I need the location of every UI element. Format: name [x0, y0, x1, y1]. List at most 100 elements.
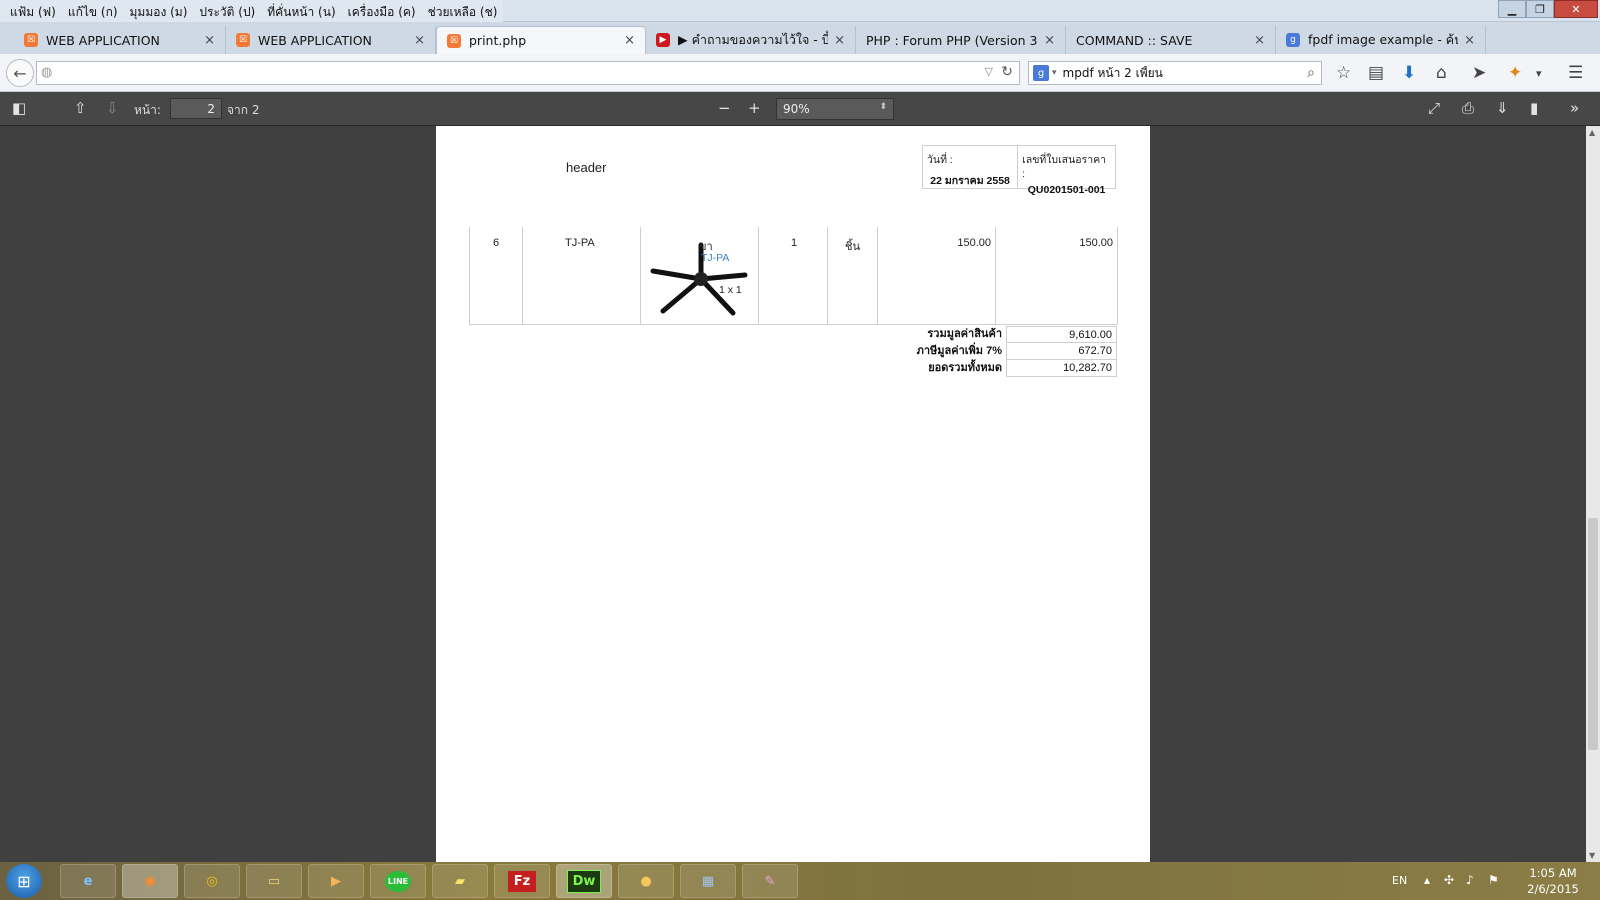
line-icon[interactable]: LINE	[370, 864, 426, 898]
vat-row: ภาษีมูลค่าเพิ่ม 7% 672.70	[856, 343, 1117, 360]
back-button[interactable]: ←	[6, 59, 34, 87]
tab-youtube[interactable]: ▶ ▶ คำถามของความไว้ใจ - บี้ ... ×	[646, 26, 856, 54]
tab-web-application-1[interactable]: ☒ WEB APPLICATION ×	[14, 26, 226, 54]
system-clock[interactable]: 1:05 AM 2/6/2015	[1518, 865, 1588, 897]
print-icon[interactable]: ⎙	[1462, 99, 1474, 117]
reading-list-icon[interactable]: ▤	[1368, 63, 1384, 83]
start-button[interactable]: ⊞	[6, 864, 42, 898]
close-tab-icon[interactable]: ×	[204, 33, 215, 48]
menu-history[interactable]: ประวัติ (ป)	[193, 0, 261, 22]
paw-app-icon[interactable]: ●	[618, 864, 674, 898]
send-icon[interactable]: ➤	[1472, 63, 1486, 83]
zoom-out-icon[interactable]: −	[718, 99, 731, 117]
xampp-icon: ☒	[236, 33, 250, 47]
menu-view[interactable]: มุมมอง (ม)	[124, 0, 194, 22]
zoom-in-icon[interactable]: +	[748, 99, 761, 117]
google-search-engine-icon[interactable]: g	[1033, 65, 1049, 81]
page-number-input[interactable]	[170, 98, 222, 119]
internet-explorer-icon[interactable]: e	[60, 864, 116, 898]
close-window-icon[interactable]: ✕	[1554, 0, 1598, 18]
chrome-icon[interactable]: ◎	[184, 864, 240, 898]
google-icon: g	[1286, 33, 1300, 47]
calculator-icon[interactable]: ▦	[680, 864, 736, 898]
bookmark-star-icon[interactable]: ☆	[1336, 63, 1351, 83]
reload-icon[interactable]: ↻	[1001, 64, 1013, 80]
previous-page-icon[interactable]: ⇧	[74, 99, 87, 117]
media-player-icon[interactable]: ▶	[308, 864, 364, 898]
window-controls: ▁ ❐ ✕	[1498, 0, 1598, 18]
sticky-notes-icon[interactable]: ▰	[432, 864, 488, 898]
pdf-viewer[interactable]: header วันที่ : 22 มกราคม 2558 เลขที่ใบเ…	[0, 126, 1600, 862]
sidebar-toggle-icon[interactable]: ◧	[12, 99, 26, 117]
dreamweaver-icon[interactable]: Dw	[556, 864, 612, 898]
bookmark-icon[interactable]: ▮	[1530, 99, 1538, 117]
scroll-down-icon[interactable]: ▼	[1589, 851, 1595, 860]
filezilla-icon[interactable]: Fz	[494, 864, 550, 898]
url-history-dropdown-icon[interactable]: ▽	[985, 65, 993, 78]
hamburger-menu-icon[interactable]: ☰	[1568, 63, 1583, 83]
zoom-select[interactable]: 90% ⬍	[776, 98, 894, 120]
menu-tools[interactable]: เครื่องมือ (ค)	[342, 0, 422, 22]
zoom-dropdown-icon: ⬍	[879, 102, 887, 112]
tab-title: WEB APPLICATION	[258, 32, 372, 48]
menu-bookmarks[interactable]: ที่คั่นหน้า (น)	[261, 0, 341, 22]
fullscreen-icon[interactable]: ⤢	[1428, 99, 1440, 117]
close-tab-icon[interactable]: ×	[834, 33, 845, 48]
search-input[interactable]	[1062, 66, 1308, 80]
site-identity-icon[interactable]: ◍	[41, 65, 52, 80]
line-label: LINE	[384, 870, 412, 892]
extension-icon[interactable]: ✦	[1508, 63, 1522, 83]
date-value: 22 มกราคม 2558	[930, 175, 1010, 187]
item-description-name: TJ-PA	[701, 252, 730, 264]
show-hidden-icons-icon[interactable]: ▴	[1424, 873, 1430, 887]
item-qty-cell: 1	[759, 227, 828, 325]
item-amount: 150.00	[1079, 237, 1113, 249]
item-no: 6	[493, 237, 500, 249]
restore-icon[interactable]: ❐	[1526, 0, 1554, 18]
close-tab-icon[interactable]: ×	[1464, 33, 1475, 48]
next-page-icon[interactable]: ⇩	[106, 99, 119, 117]
close-tab-icon[interactable]: ×	[1254, 33, 1265, 48]
search-engine-dropdown-icon[interactable]: ▾	[1052, 68, 1057, 78]
tools-menu-icon[interactable]: »	[1570, 99, 1579, 117]
action-center-icon[interactable]: ⚑	[1488, 873, 1499, 887]
tab-php-forum[interactable]: PHP : Forum PHP (Version 3.0,... ×	[856, 26, 1066, 54]
clock-date: 2/6/2015	[1527, 882, 1579, 896]
scrollbar-thumb[interactable]	[1588, 518, 1598, 750]
page-count: จาก 2	[227, 103, 260, 117]
url-bar[interactable]: ◍ ▽ ↻	[36, 61, 1020, 85]
file-explorer-icon[interactable]: ▭	[246, 864, 302, 898]
tab-fpdf-search[interactable]: g fpdf image example - ค้นห... ×	[1276, 26, 1486, 54]
volume-icon[interactable]: ♪	[1466, 873, 1474, 887]
vertical-scrollbar[interactable]: ▲ ▼	[1586, 126, 1600, 862]
quote-number-label: เลขที่ใบเสนอราคา :	[1022, 154, 1107, 180]
clock-time: 1:05 AM	[1529, 866, 1577, 880]
search-bar[interactable]: g ▾ ⌕	[1028, 61, 1322, 85]
language-indicator[interactable]: EN	[1392, 874, 1407, 887]
download-icon[interactable]: ⇓	[1496, 99, 1509, 117]
search-icon[interactable]: ⌕	[1307, 65, 1315, 81]
menu-file[interactable]: แฟ้ม (ฟ)	[4, 0, 62, 22]
tab-strip: ☒ WEB APPLICATION × ☒ WEB APPLICATION × …	[0, 22, 1600, 71]
close-tab-icon[interactable]: ×	[1044, 33, 1055, 48]
tab-print-php[interactable]: ☒ print.php ×	[436, 26, 646, 54]
grand-total-label: ยอดรวมทั้งหมด	[928, 362, 1002, 374]
downloads-icon[interactable]: ⬇	[1402, 63, 1416, 83]
close-tab-icon[interactable]: ×	[414, 33, 425, 48]
minimize-icon[interactable]: ▁	[1498, 0, 1526, 18]
network-tray-icon[interactable]: ✣	[1444, 873, 1454, 887]
home-icon[interactable]: ⌂	[1436, 63, 1447, 83]
tab-command-save[interactable]: COMMAND :: SAVE ×	[1066, 26, 1276, 54]
extension-dropdown-icon[interactable]: ▾	[1536, 67, 1542, 80]
scroll-up-icon[interactable]: ▲	[1589, 128, 1595, 137]
xampp-icon: ☒	[447, 33, 461, 48]
close-tab-icon[interactable]: ×	[624, 33, 635, 48]
paint-icon[interactable]: ✎	[742, 864, 798, 898]
vat-value: 672.70	[1006, 343, 1117, 360]
item-price: 150.00	[957, 237, 991, 249]
date-label: วันที่ :	[927, 154, 953, 166]
firefox-icon[interactable]: ◉	[122, 864, 178, 898]
menu-help[interactable]: ช่วยเหลือ (ช)	[422, 0, 504, 22]
menu-edit[interactable]: แก้ไข (ก)	[62, 0, 124, 22]
tab-web-application-2[interactable]: ☒ WEB APPLICATION ×	[226, 26, 436, 54]
